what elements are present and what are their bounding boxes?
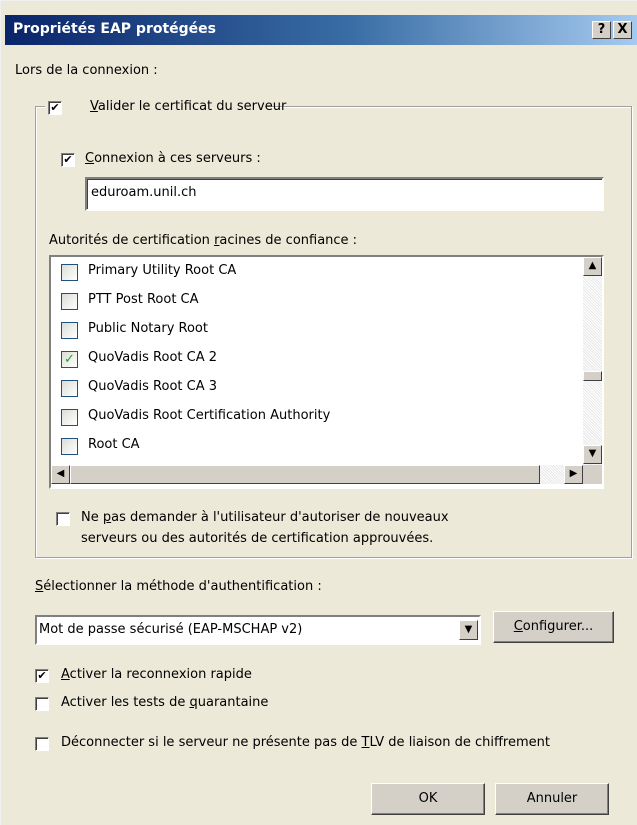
horizontal-scroll-thumb[interactable] bbox=[70, 465, 540, 484]
authorities-label-prefix: Autorités de certification bbox=[49, 233, 215, 248]
connect-servers-mnemonic: C bbox=[85, 151, 95, 166]
validate-cert-label: Valider le certificat du serveur bbox=[72, 99, 286, 114]
authority-label: PTT Post Root CA bbox=[88, 292, 199, 307]
disconnect-tlv-rest: LV de liaison de chiffrement bbox=[369, 735, 550, 750]
authority-list-item[interactable]: Public Notary Root bbox=[61, 319, 571, 343]
quarantine-pre: Activer les tests de bbox=[61, 695, 190, 710]
authority-checkbox[interactable] bbox=[61, 293, 78, 310]
configure-button[interactable]: Configurer... bbox=[493, 611, 614, 643]
validate-cert-mnemonic: V bbox=[90, 99, 98, 114]
window-title: Propriétés EAP protégées bbox=[13, 21, 217, 37]
authority-list-item[interactable]: ✓ QuoVadis Root CA 2 bbox=[61, 348, 571, 372]
authority-list-item[interactable]: QuoVadis Root Certification Authority bbox=[61, 406, 571, 430]
authority-label: QuoVadis Root Certification Authority bbox=[88, 408, 331, 423]
server-name-input[interactable]: eduroam.unil.ch bbox=[85, 177, 604, 211]
authority-list-item[interactable]: Primary Utility Root CA bbox=[61, 261, 571, 285]
server-name-value: eduroam.unil.ch bbox=[91, 185, 197, 200]
quarantine-checkbox[interactable] bbox=[35, 697, 49, 711]
authority-label: Root CA bbox=[88, 437, 140, 452]
help-icon: ? bbox=[597, 22, 606, 37]
auth-method-selected: Mot de passe sécurisé (EAP-MSCHAP v2) bbox=[39, 622, 303, 637]
close-button[interactable]: X bbox=[613, 21, 632, 39]
quarantine-label: Activer les tests de quarantaine bbox=[61, 695, 268, 710]
auth-method-text: électionner la méthode d'authentificatio… bbox=[43, 579, 322, 594]
close-icon: X bbox=[617, 22, 628, 37]
arrow-right-icon: ▶ bbox=[569, 468, 578, 479]
dropdown-button[interactable]: ▼ bbox=[459, 620, 478, 640]
connect-servers-label: Connexion à ces serveurs : bbox=[85, 151, 261, 166]
auth-method-label: Sélectionner la méthode d'authentificati… bbox=[35, 579, 322, 594]
arrow-left-icon: ◀ bbox=[56, 468, 65, 479]
vertical-scrollbar[interactable] bbox=[583, 257, 602, 465]
title-bar[interactable]: Propriétés EAP protégées ? X bbox=[5, 15, 637, 45]
connect-servers-checkbox[interactable] bbox=[61, 153, 75, 167]
fast-reconnect-label: Activer la reconnexion rapide bbox=[61, 667, 252, 682]
authority-list-item[interactable]: PTT Post Root CA bbox=[61, 290, 571, 314]
fast-reconnect-text: ctiver la reconnexion rapide bbox=[69, 667, 252, 682]
dont-prompt-checkbox[interactable] bbox=[56, 512, 70, 526]
quarantine-mnemonic: q bbox=[189, 695, 198, 710]
dont-prompt-line2: serveurs ou des autorités de certificati… bbox=[81, 531, 434, 546]
authorities-label: Autorités de certification racines de co… bbox=[49, 233, 357, 248]
arrow-up-icon: ▲ bbox=[588, 260, 597, 271]
connection-label: Lors de la connexion : bbox=[15, 63, 158, 78]
scroll-thumb[interactable] bbox=[583, 371, 602, 381]
scroll-up-button[interactable]: ▲ bbox=[583, 257, 602, 276]
authority-checkbox[interactable] bbox=[61, 322, 78, 339]
authorities-list: Primary Utility Root CA PTT Post Root CA P… bbox=[51, 261, 571, 467]
authority-checkbox[interactable] bbox=[61, 438, 78, 455]
authority-list-item[interactable]: Root CA bbox=[61, 435, 571, 459]
configure-mnemonic: C bbox=[513, 619, 523, 634]
validate-cert-legend: Valider le certificat du serveur bbox=[45, 97, 286, 119]
authorities-label-suffix: acines de confiance : bbox=[219, 233, 358, 248]
validate-cert-text: alider le certificat du serveur bbox=[97, 99, 287, 114]
authority-checkbox[interactable] bbox=[61, 264, 78, 281]
arrow-down-icon: ▼ bbox=[588, 448, 597, 459]
authority-checkbox[interactable] bbox=[61, 380, 78, 397]
scroll-right-button[interactable]: ▶ bbox=[564, 465, 583, 484]
authority-list-item[interactable]: QuoVadis Root CA 3 bbox=[61, 377, 571, 401]
disconnect-tlv-label: Déconnecter si le serveur ne présente pa… bbox=[61, 735, 550, 750]
dont-prompt-mnemonic: p bbox=[102, 510, 112, 525]
dont-prompt-line1: Ne pas demander à l'utilisateur d'autori… bbox=[81, 510, 449, 525]
dont-prompt-pre: Ne bbox=[81, 510, 103, 525]
fast-reconnect-checkbox[interactable] bbox=[35, 669, 49, 683]
ok-button[interactable]: OK bbox=[371, 783, 485, 815]
scroll-down-button[interactable]: ▼ bbox=[583, 445, 602, 464]
chevron-down-icon: ▼ bbox=[464, 624, 473, 635]
eap-properties-dialog: Propriétés EAP protégées ? X Lors de la … bbox=[0, 0, 637, 825]
help-button[interactable]: ? bbox=[592, 21, 611, 39]
configure-label: onfigurer... bbox=[522, 619, 594, 634]
disconnect-tlv-pre: Déconnecter si le serveur ne présente pa… bbox=[61, 735, 362, 750]
validate-cert-checkbox[interactable] bbox=[48, 101, 62, 115]
authority-label: Public Notary Root bbox=[88, 321, 208, 336]
scrollbar-corner bbox=[583, 465, 602, 484]
authority-label: QuoVadis Root CA 3 bbox=[88, 379, 218, 394]
authority-checkbox[interactable]: ✓ bbox=[61, 351, 78, 368]
dont-prompt-rest: as demander à l'utilisateur d'autoriser … bbox=[111, 510, 449, 525]
fast-reconnect-mnemonic: A bbox=[61, 667, 70, 682]
authority-label: QuoVadis Root CA 2 bbox=[88, 350, 218, 365]
disconnect-tlv-clip: Déconnecter si le serveur ne présente pa… bbox=[61, 735, 637, 755]
disconnect-tlv-checkbox[interactable] bbox=[35, 737, 49, 751]
cancel-button[interactable]: Annuler bbox=[495, 783, 609, 815]
authority-checkbox[interactable] bbox=[61, 409, 78, 426]
connect-servers-text: onnexion à ces serveurs : bbox=[94, 151, 261, 166]
quarantine-rest: uarantaine bbox=[197, 695, 269, 710]
authorities-listbox[interactable]: Primary Utility Root CA PTT Post Root CA P… bbox=[49, 255, 604, 489]
auth-method-select[interactable]: Mot de passe sécurisé (EAP-MSCHAP v2) ▼ bbox=[35, 615, 481, 645]
authority-label: Primary Utility Root CA bbox=[88, 263, 237, 278]
scroll-left-button[interactable]: ◀ bbox=[51, 465, 70, 484]
